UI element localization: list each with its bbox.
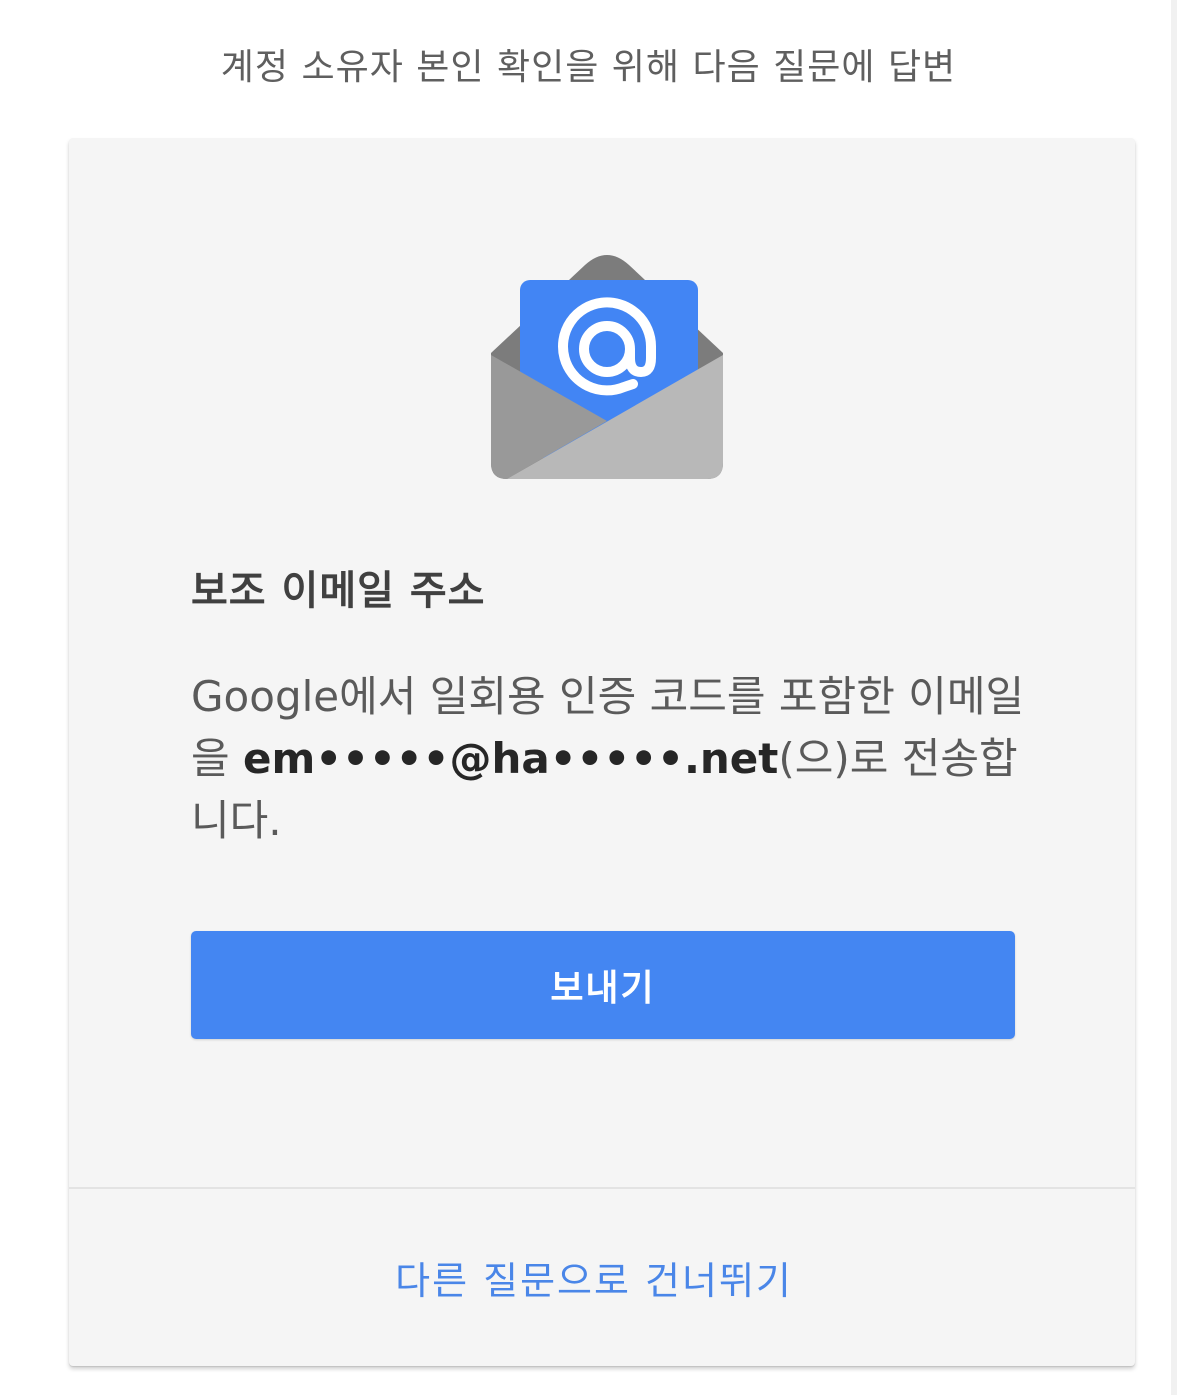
page-title: 계정 소유자 본인 확인을 위해 다음 질문에 답변	[220, 47, 957, 88]
card-divider	[69, 1187, 1135, 1189]
masked-email: em•••••@ha•••••.net	[243, 734, 779, 783]
verification-card: 보조 이메일 주소 Google에서 일회용 인증 코드를 포함한 이메일을 e…	[69, 138, 1135, 1366]
send-button[interactable]: 보내기	[191, 931, 1015, 1039]
option-title: 보조 이메일 주소	[191, 568, 486, 614]
email-envelope-icon	[491, 255, 723, 479]
page-edge	[1171, 0, 1177, 1395]
skip-question-link[interactable]: 다른 질문으로 건너뛰기	[69, 1250, 1119, 1305]
option-description: Google에서 일회용 인증 코드를 포함한 이메일을 em•••••@ha•…	[191, 666, 1031, 852]
